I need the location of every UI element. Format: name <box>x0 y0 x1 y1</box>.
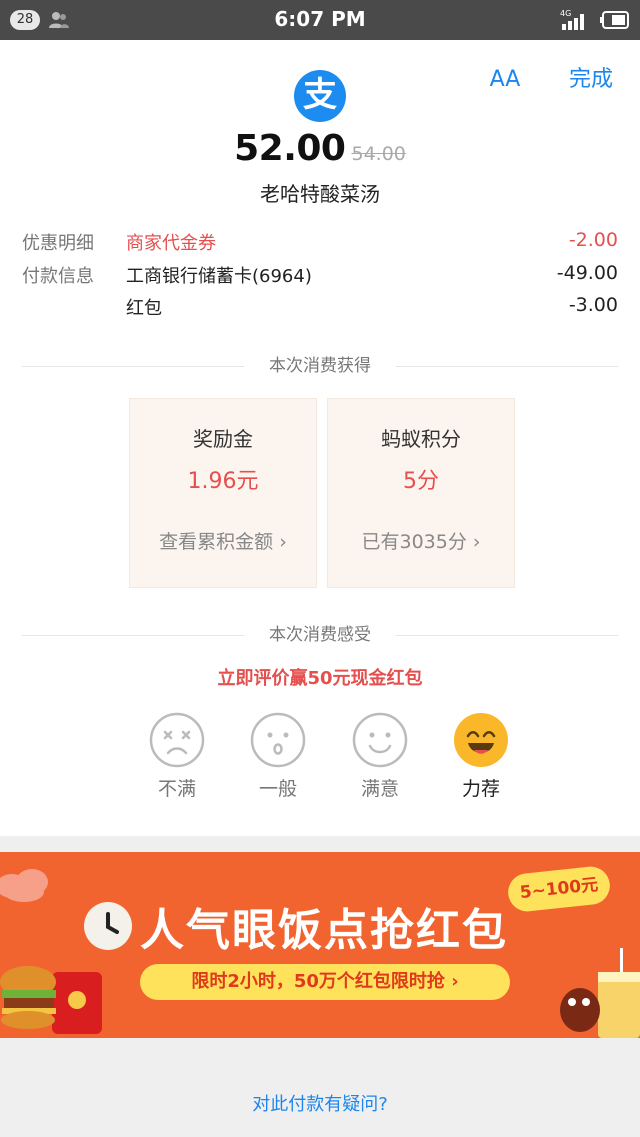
dissatisfied-face-icon[interactable] <box>149 712 205 768</box>
svg-text:4G: 4G <box>560 9 571 18</box>
feedback-option-label: 满意 <box>360 778 399 800</box>
section-gap <box>0 836 640 852</box>
rewards-section-header: 本次消费获得 <box>22 354 618 378</box>
payment-value-redpacket: -3.00 <box>568 294 618 316</box>
feedback-section-header: 本次消费感受 <box>22 623 618 647</box>
done-button[interactable]: 完成 <box>560 62 622 98</box>
banner-amount-tag: 5~100元 <box>506 864 612 914</box>
merchant-name: 老哈特酸菜汤 <box>260 182 380 206</box>
alipay-logo: 支 <box>294 70 346 122</box>
feedback-option-label-selected: 力荐 <box>461 778 500 800</box>
payment-method-redpacket: 红包 <box>126 298 162 319</box>
payment-value-bank: -49.00 <box>556 262 618 284</box>
divider <box>396 366 618 367</box>
promo-banner[interactable]: 人气眼饭点抢红包 5~100元 限时2小时，50万个红包限时抢 › <box>0 852 640 1038</box>
reward-card-link[interactable]: 已有3035分 › <box>328 527 514 554</box>
clock-icon <box>84 902 132 950</box>
footer <box>0 1038 640 1137</box>
feedback-option-label: 不满 <box>157 778 196 800</box>
reward-card-value: 5分 <box>403 469 439 494</box>
reward-card-bonus[interactable]: 奖励金 1.96元 查看累积金额 › <box>129 398 317 588</box>
paid-amount: 52.00 <box>234 128 346 169</box>
satisfied-face-icon[interactable] <box>352 712 408 768</box>
reward-card-points[interactable]: 蚂蚁积分 5分 已有3035分 › <box>327 398 515 588</box>
neutral-face-icon[interactable] <box>250 712 306 768</box>
status-bar: 28 6:07 PM 4G <box>0 0 640 40</box>
payment-question-link[interactable]: 对此付款有疑问? <box>0 1090 640 1116</box>
payment-label: 付款信息 <box>22 266 94 287</box>
review-promo[interactable]: 立即评价赢50元现金红包 <box>0 664 640 690</box>
feedback-option-label: 一般 <box>258 778 297 800</box>
original-amount: 54.00 <box>351 143 406 165</box>
signal-icon: 4G <box>560 9 584 30</box>
status-time: 6:07 PM <box>274 7 366 31</box>
reward-card-title: 奖励金 <box>193 427 253 451</box>
discount-desc: 商家代金券 <box>126 233 216 254</box>
amount-row: 52.00 54.00 <box>0 128 640 169</box>
banner-title: 人气眼饭点抢红包 <box>140 905 508 956</box>
discount-value: -2.00 <box>568 229 618 251</box>
discount-label: 优惠明细 <box>22 233 94 254</box>
battery-icon <box>600 11 629 29</box>
reward-card-title: 蚂蚁积分 <box>381 427 461 451</box>
burger-redpacket-decoration <box>0 966 102 1034</box>
drink-decoration <box>560 948 640 1038</box>
recommend-face-icon[interactable] <box>453 712 509 768</box>
cloud-decoration <box>0 869 48 902</box>
payment-method-bank: 工商银行储蓄卡(6964) <box>126 266 312 287</box>
reward-card-link[interactable]: 查看累积金额 › <box>130 527 316 554</box>
aa-split-button[interactable]: AA <box>480 62 530 98</box>
divider <box>396 635 618 636</box>
reward-card-value: 1.96元 <box>187 469 259 494</box>
banner-subtitle-button[interactable]: 限时2小时，50万个红包限时抢 › <box>140 964 510 1000</box>
alipay-logo-char: 支 <box>303 75 337 115</box>
